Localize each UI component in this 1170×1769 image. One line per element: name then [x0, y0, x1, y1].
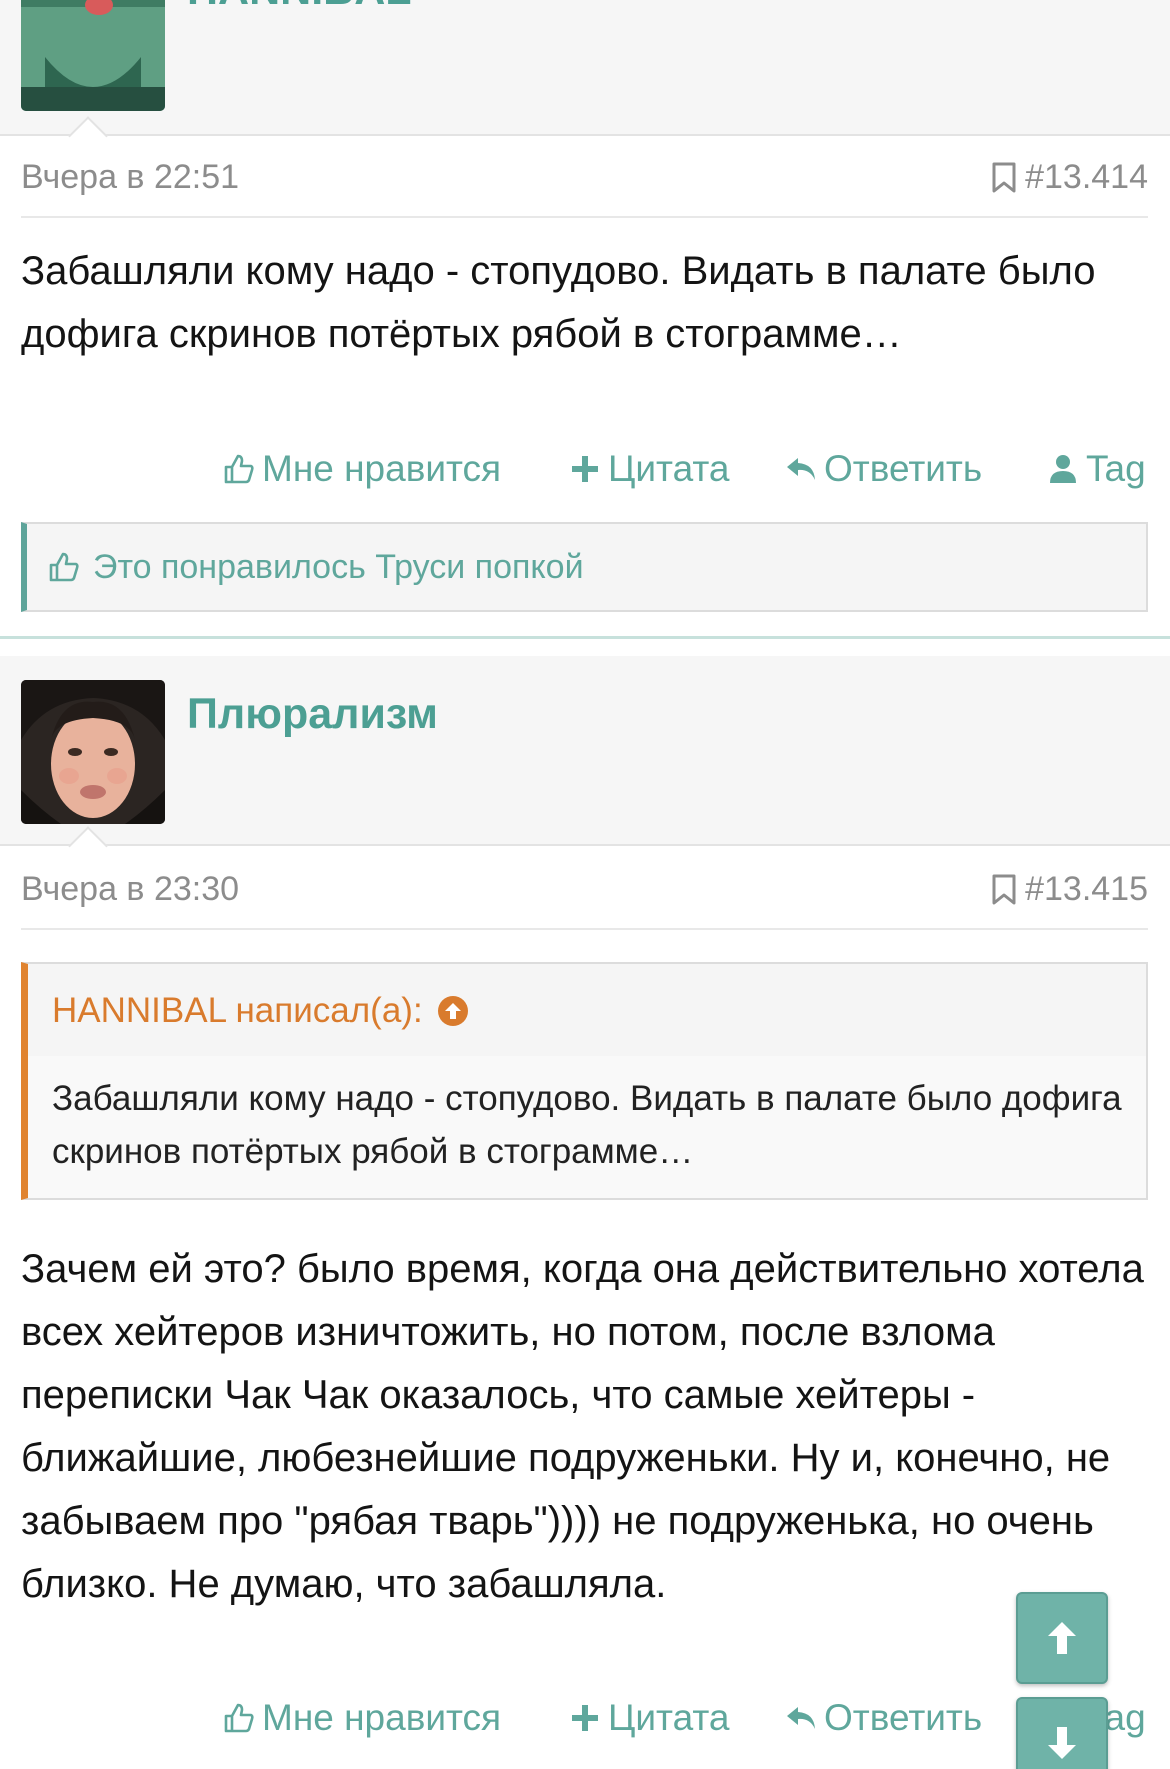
- quote-text: Забашляли кому надо - стопудово. Видать …: [52, 1079, 1122, 1171]
- thumbs-up-icon: [224, 1703, 254, 1733]
- quote-header: HANNIBAL написал(а):: [28, 964, 1146, 1056]
- post-username[interactable]: Плюрализм: [187, 690, 438, 739]
- post-message: Зачем ей это? было время, когда она дейс…: [21, 1247, 1144, 1606]
- post-meta: Вчера в 23:30 #13.415: [21, 850, 1148, 930]
- quote-label: Цитата: [608, 1697, 730, 1738]
- like-label: Мне нравится: [262, 1697, 502, 1738]
- thumbs-up-icon: [224, 454, 254, 484]
- user-icon: [1050, 455, 1076, 483]
- scroll-bottom-button[interactable]: [1016, 1697, 1108, 1769]
- avatar[interactable]: [21, 0, 165, 111]
- quote-author: HANNIBAL написал(а):: [52, 991, 423, 1030]
- post-header: HANNIBAL: [0, 0, 1170, 156]
- post-date[interactable]: Вчера в 23:30: [21, 870, 239, 909]
- reply-label: Ответить: [824, 1697, 983, 1738]
- tag-label: Tag: [1086, 448, 1146, 489]
- like-button[interactable]: Мне нравится: [222, 1697, 501, 1739]
- thumbs-up-icon: [49, 552, 79, 582]
- reply-icon: [787, 1707, 815, 1729]
- post-actions: Мне нравится Цитата Ответить Tag: [0, 448, 1148, 508]
- like-button[interactable]: Мне нравится: [222, 448, 501, 490]
- bookmark-icon: [992, 874, 1016, 904]
- quote-button[interactable]: Цитата: [568, 1697, 729, 1739]
- post-message: Забашляли кому надо - стопудово. Видать …: [21, 249, 1096, 356]
- post-date[interactable]: Вчера в 22:51: [21, 158, 239, 197]
- like-label: Мне нравится: [262, 448, 502, 489]
- bookmark-icon: [992, 162, 1016, 192]
- tag-button[interactable]: Tag: [1046, 448, 1146, 490]
- post-number[interactable]: #13.414: [991, 158, 1148, 197]
- post-meta: Вчера в 22:51 #13.414: [21, 138, 1148, 218]
- quote-block: HANNIBAL написал(а): Забашляли кому надо…: [21, 962, 1148, 1200]
- likes-bar: Это понравилось Труси попкой: [21, 522, 1148, 612]
- reply-button[interactable]: Ответить: [784, 1697, 982, 1739]
- post-username[interactable]: HANNIBAL: [187, 0, 412, 15]
- reply-icon: [787, 458, 815, 480]
- post-actions: Мне нравится Цитата Ответить Tag: [0, 1697, 1148, 1757]
- reply-label: Ответить: [824, 448, 983, 489]
- plus-icon: [572, 456, 598, 482]
- arrow-up-icon: [1048, 1622, 1076, 1654]
- post-number[interactable]: #13.415: [991, 870, 1148, 909]
- avatar[interactable]: [21, 680, 165, 824]
- scroll-top-button[interactable]: [1016, 1592, 1108, 1684]
- arrow-down-icon: [1048, 1727, 1076, 1759]
- plus-icon: [572, 1705, 598, 1731]
- arrow-up-circle-icon[interactable]: [437, 995, 469, 1027]
- post-number-label: #13.415: [1025, 870, 1148, 908]
- quote-author-link[interactable]: HANNIBAL написал(а):: [52, 991, 469, 1031]
- post-header: Плюрализм: [0, 656, 1170, 866]
- quote-label: Цитата: [608, 448, 730, 489]
- likes-text[interactable]: Это понравилось Труси попкой: [93, 548, 584, 587]
- reply-button[interactable]: Ответить: [784, 448, 982, 490]
- quote-button[interactable]: Цитата: [568, 448, 729, 490]
- post-number-label: #13.414: [1025, 158, 1148, 196]
- post-divider: [0, 636, 1170, 639]
